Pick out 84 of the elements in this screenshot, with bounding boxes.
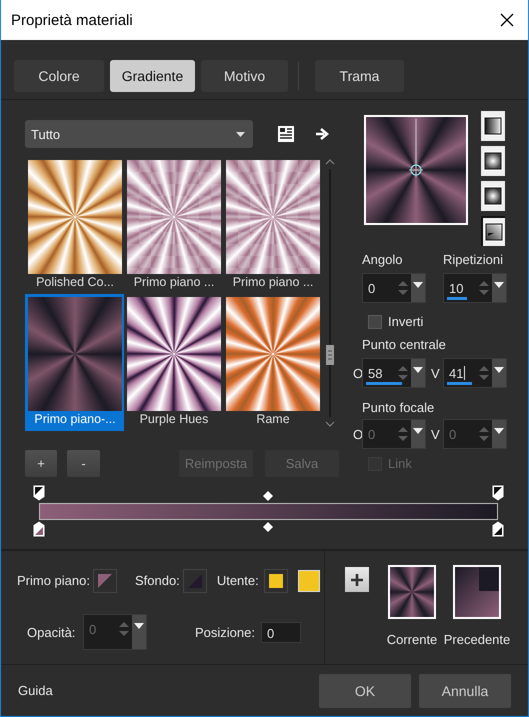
axis-label: V [430, 426, 441, 442]
field-label: Opacità: [27, 624, 76, 640]
midpoint-handle[interactable] [263, 522, 273, 532]
add-button[interactable] [345, 567, 369, 592]
window-title: Proprietà materiali [11, 12, 133, 28]
field-label: Sfondo: [134, 573, 180, 588]
plus-icon [350, 572, 364, 586]
caret-icon [494, 428, 504, 434]
caret-icon [413, 282, 423, 288]
field-label: Ripetizioni [443, 252, 504, 266]
caret-icon [134, 623, 144, 629]
tab[interactable]: Colore [14, 60, 104, 92]
gradient-preset[interactable]: Polished Co... [25, 157, 124, 294]
midpoint-handle[interactable] [263, 491, 273, 501]
foreground-swatch[interactable] [92, 568, 117, 592]
preset-name: Rame [255, 411, 291, 428]
gradient-style-button[interactable] [481, 216, 505, 246]
number-field[interactable]: 10 [443, 273, 507, 303]
gradient-preview[interactable] [364, 115, 468, 225]
field-label: Posizione: [195, 624, 255, 640]
checkbox[interactable] [368, 314, 382, 328]
field-label: Utente: [216, 573, 259, 588]
rectangular-gradient-icon [484, 152, 502, 170]
section-label: Punto focale [362, 400, 436, 416]
checkbox-label: Inverti [388, 314, 424, 329]
tab[interactable]: Motivo [201, 60, 288, 92]
axis-label: V [430, 366, 441, 380]
help-link[interactable]: Guida [18, 683, 53, 698]
number-field[interactable]: 0 [362, 273, 426, 303]
color-swatch[interactable] [264, 568, 288, 592]
dialog-button[interactable]: Annulla [419, 674, 511, 708]
category-dropdown[interactable]: Tutto [25, 120, 253, 148]
preset-name: Primo piano ... [232, 274, 314, 291]
axis-label: O [353, 366, 362, 380]
tab[interactable]: Gradiente [110, 60, 195, 92]
close-icon[interactable] [500, 13, 514, 27]
dropdown-button[interactable] [492, 359, 506, 387]
number-field[interactable]: 58 [362, 358, 426, 388]
gradient-preset[interactable]: Primo piano ... [124, 157, 223, 294]
background-swatch[interactable] [182, 568, 207, 592]
number-field[interactable]: 41 [443, 358, 507, 388]
preview-label: Corrente [386, 632, 438, 647]
gradient-preset[interactable]: Primo piano-... [25, 294, 124, 431]
preset-button[interactable]: + [25, 450, 57, 477]
opacity-stop-handle[interactable] [490, 484, 506, 502]
triangle-swatch-icon [96, 572, 113, 588]
preset-button[interactable]: - [67, 450, 100, 477]
tab[interactable]: Trama [315, 60, 404, 92]
dialog-button[interactable]: OK [319, 674, 411, 708]
scrollbar[interactable] [324, 157, 336, 429]
caret-icon [413, 367, 423, 373]
preview-label: Precedente [444, 632, 510, 647]
caret-icon [494, 282, 504, 288]
list-view-icon[interactable] [277, 125, 295, 143]
field-label: Primo piano: [17, 573, 90, 588]
gradient-preset[interactable]: Rame [223, 294, 322, 431]
preset-name: Primo piano-... [33, 411, 117, 428]
position-field[interactable]: 0 [260, 622, 301, 642]
arrow-right-icon[interactable] [315, 128, 329, 140]
preset-name: Primo piano ... [132, 274, 216, 291]
gradient-preset[interactable]: Primo piano ... [223, 157, 322, 294]
center-point-handle[interactable] [409, 119, 423, 179]
corner-gradient-icon [485, 223, 503, 241]
opacity-stop-handle[interactable] [31, 484, 47, 502]
caret-icon [413, 428, 423, 434]
dropdown-arrow-icon [236, 132, 245, 136]
color-stop-handle[interactable] [31, 520, 47, 538]
preset-name: Polished Co... [35, 274, 115, 291]
sunburst-gradient-icon [484, 187, 502, 205]
axis-label: O [353, 426, 362, 442]
section-label: Punto centrale [362, 337, 447, 353]
dropdown-button[interactable] [411, 359, 425, 387]
gradient-preview [388, 565, 436, 619]
gradient-preset[interactable]: Purple Hues [124, 294, 223, 431]
dropdown-button[interactable] [411, 274, 425, 302]
dropdown-button[interactable] [492, 274, 506, 302]
color-stop-handle[interactable] [490, 520, 506, 538]
linear-gradient-icon [484, 117, 502, 135]
preset-name: Purple Hues [138, 411, 210, 428]
checkbox-label: Link [388, 456, 412, 471]
gradient-bar[interactable] [39, 503, 498, 520]
caret-icon [494, 367, 504, 373]
gradient-preview [453, 565, 501, 619]
field-label: Angolo [362, 252, 404, 266]
